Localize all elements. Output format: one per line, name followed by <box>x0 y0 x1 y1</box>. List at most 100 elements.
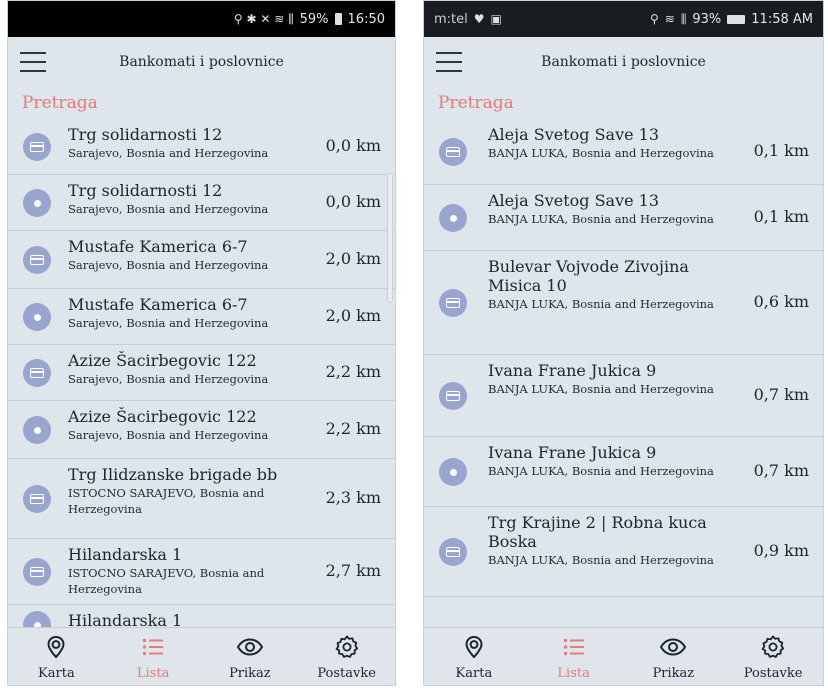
street-address: Hilandarska 1 <box>68 545 183 564</box>
location-list: Trg solidarnosti 12 Sarajevo, Bosnia and … <box>8 119 395 645</box>
street-address: Bulevar Vojvode Zivojina Misica 10 <box>488 257 689 295</box>
map-pin-icon <box>43 634 69 660</box>
map-pin-icon <box>461 634 487 660</box>
street-address: Azize Šacirbegovic 122 <box>68 351 257 370</box>
tab-lista[interactable]: Lista <box>524 628 624 685</box>
atm-card-icon <box>439 382 467 410</box>
list-item[interactable]: Aleja Svetog Save 13 BANJA LUKA, Bosnia a… <box>424 185 823 251</box>
distance-value: 2,0 km <box>325 306 381 325</box>
tab-postavke[interactable]: Postavke <box>298 628 395 685</box>
distance-value: 0,1 km <box>753 141 809 160</box>
city-country: BANJA LUKA, Bosnia and Herzegovina <box>488 464 714 478</box>
list-item-text: Bulevar Vojvode Zivojina Misica 10 BANJA … <box>488 251 718 312</box>
list-item-text: Azize Šacirbegovic 122 Sarajevo, Bosnia a… <box>68 345 283 387</box>
tab-prikaz[interactable]: Prikaz <box>624 628 724 685</box>
bottom-navigation: Karta Lista Prikaz Postavke <box>424 627 823 685</box>
city-country: BANJA LUKA, Bosnia and Herzegovina <box>488 146 714 160</box>
hamburger-menu-icon[interactable] <box>436 52 462 72</box>
list-item[interactable]: Ivana Frane Jukica 9 BANJA LUKA, Bosnia a… <box>424 355 823 437</box>
list-item[interactable]: Azize Šacirbegovic 122 Sarajevo, Bosnia a… <box>8 345 395 401</box>
branch-dot-icon <box>439 458 467 486</box>
tab-label: Postavke <box>743 666 803 681</box>
app-header: Bankomati i poslovnice <box>424 37 823 87</box>
page-title: Bankomati i poslovnice <box>541 54 706 70</box>
list-item[interactable]: Azize Šacirbegovic 122 Sarajevo, Bosnia a… <box>8 401 395 459</box>
list-item-text: Trg solidarnosti 12 Sarajevo, Bosnia and … <box>68 119 283 161</box>
clock: 11:58 AM <box>751 11 813 27</box>
tab-lista[interactable]: Lista <box>105 628 202 685</box>
search-section-label: Pretraga <box>438 93 514 113</box>
app-header: Bankomati i poslovnice <box>8 37 395 87</box>
tab-label: Lista <box>136 666 170 681</box>
street-address: Mustafe Kamerica 6-7 <box>68 295 248 314</box>
branch-dot-icon <box>439 204 467 232</box>
city-country: Sarajevo, Bosnia and Herzegovina <box>68 146 269 160</box>
city-country: BANJA LUKA, Bosnia and Herzegovina <box>488 382 714 396</box>
list-icon <box>140 634 166 660</box>
bottom-navigation: Karta Lista Prikaz Postavke <box>8 627 395 685</box>
battery-icon <box>727 14 746 24</box>
street-address: Ivana Frane Jukica 9 <box>488 443 657 462</box>
distance-value: 0,7 km <box>753 385 809 404</box>
list-item[interactable]: Hilandarska 1 ISTOCNO SARAJEVO, Bosnia an… <box>8 539 395 605</box>
city-country: Sarajevo, Bosnia and Herzegovina <box>68 428 269 442</box>
tab-label: Lista <box>557 666 590 681</box>
distance-value: 2,2 km <box>325 419 381 438</box>
city-country: BANJA LUKA, Bosnia and Herzegovina <box>488 212 714 226</box>
tab-karta[interactable]: Karta <box>424 628 524 685</box>
list-item-text: Mustafe Kamerica 6-7 Sarajevo, Bosnia and… <box>68 289 283 331</box>
phone-screen-left: ⚲ ✱ ✕ ≋ ⫼ 59% 16:50 Bankomati i poslovni… <box>7 0 396 686</box>
list-item-text: Trg solidarnosti 12 Sarajevo, Bosnia and … <box>68 175 283 217</box>
atm-card-icon <box>439 538 467 566</box>
distance-value: 0,1 km <box>753 207 809 226</box>
tab-karta[interactable]: Karta <box>8 628 105 685</box>
carrier-name: m:tel <box>434 11 468 27</box>
list-item[interactable]: Aleja Svetog Save 13 BANJA LUKA, Bosnia a… <box>424 119 823 185</box>
list-item[interactable]: Trg solidarnosti 12 Sarajevo, Bosnia and … <box>8 119 395 175</box>
list-item-text: Aleja Svetog Save 13 BANJA LUKA, Bosnia a… <box>488 119 718 161</box>
tab-label: Prikaz <box>229 666 271 681</box>
phone-screen-right: m:tel ♥ ▣ ⚲ ≋ ⫼ 93% 11:58 AM Bankomati i… <box>423 0 824 686</box>
distance-value: 0,9 km <box>753 541 809 560</box>
search-section-label: Pretraga <box>22 93 98 113</box>
street-address: Trg Krajine 2 | Robna kuca Boska <box>488 513 707 551</box>
street-address: Azize Šacirbegovic 122 <box>68 407 257 426</box>
atm-card-icon <box>439 289 467 317</box>
street-address: Trg Ilidzanske brigade bb <box>68 465 278 484</box>
city-country: ISTOCNO SARAJEVO, Bosnia and Herzegovina <box>68 566 265 596</box>
battery-level: 93% <box>692 11 722 27</box>
clock: 16:50 <box>347 11 385 27</box>
atm-card-icon <box>23 133 51 161</box>
list-item[interactable]: Ivana Frane Jukica 9 BANJA LUKA, Bosnia a… <box>424 437 823 507</box>
wifi-icon: ≋ <box>664 12 675 26</box>
atm-card-icon <box>23 359 51 387</box>
tab-label: Karta <box>455 666 493 681</box>
hamburger-menu-icon[interactable] <box>20 52 46 72</box>
list-item[interactable]: Trg Krajine 2 | Robna kuca Boska BANJA LU… <box>424 507 823 597</box>
list-item[interactable]: Trg solidarnosti 12 Sarajevo, Bosnia and … <box>8 175 395 231</box>
list-item[interactable]: Bulevar Vojvode Zivojina Misica 10 BANJA … <box>424 251 823 355</box>
gear-icon <box>760 634 786 660</box>
distance-value: 0,6 km <box>753 292 809 311</box>
street-address: Aleja Svetog Save 13 <box>488 191 660 210</box>
gear-icon <box>334 634 360 660</box>
list-item[interactable]: Mustafe Kamerica 6-7 Sarajevo, Bosnia and… <box>8 231 395 289</box>
list-item[interactable]: Mustafe Kamerica 6-7 Sarajevo, Bosnia and… <box>8 289 395 345</box>
tab-label: Postavke <box>317 666 376 681</box>
tab-postavke[interactable]: Postavke <box>723 628 823 685</box>
street-address: Ivana Frane Jukica 9 <box>488 361 657 380</box>
branch-dot-icon <box>23 416 51 444</box>
distance-value: 0,0 km <box>325 192 381 211</box>
street-address: Mustafe Kamerica 6-7 <box>68 237 248 256</box>
location-list: Aleja Svetog Save 13 BANJA LUKA, Bosnia a… <box>424 119 823 597</box>
heart-icon: ♥ <box>473 12 485 26</box>
city-country: Sarajevo, Bosnia and Herzegovina <box>68 372 269 386</box>
scrollbar[interactable] <box>387 173 393 303</box>
tab-prikaz[interactable]: Prikaz <box>202 628 299 685</box>
branch-dot-icon <box>23 189 51 217</box>
status-icons: ⚲ ✱ ✕ ≋ ⫼ <box>233 11 294 26</box>
city-country: BANJA LUKA, Bosnia and Herzegovina <box>488 553 714 567</box>
list-item[interactable]: Trg Ilidzanske brigade bb ISTOCNO SARAJEV… <box>8 459 395 539</box>
city-country: Sarajevo, Bosnia and Herzegovina <box>68 316 269 330</box>
eye-icon <box>236 634 264 660</box>
